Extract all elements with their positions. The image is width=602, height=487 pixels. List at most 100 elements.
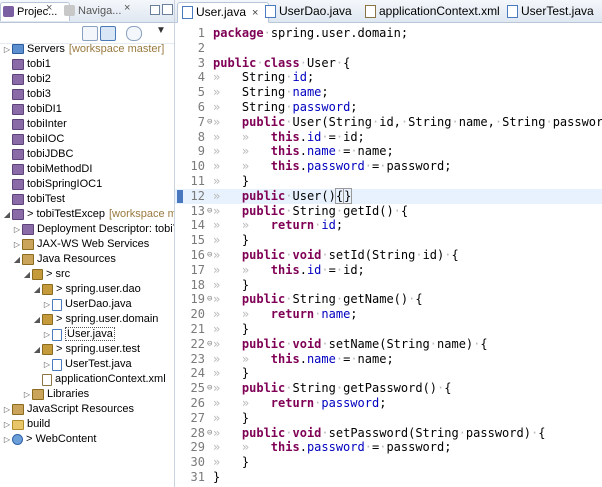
tree-item[interactable]: ▷ > WebContent <box>0 432 174 447</box>
tab-navigator[interactable]: Naviga... <box>62 2 121 20</box>
close-icon[interactable]: × <box>46 2 52 14</box>
tree-item[interactable]: ▷ JavaScript Resources <box>0 402 174 417</box>
chevron-down-icon[interactable]: ▼ <box>156 25 166 36</box>
code-line[interactable]: 21 » } <box>175 322 602 337</box>
tree-item-label: > spring.user.test <box>56 343 141 355</box>
tree-item[interactable]: ▷ JAX-WS Web Services <box>0 237 174 252</box>
tree-item[interactable]: ▷ UserDao.java <box>0 297 174 312</box>
tree-item[interactable]: tobi2 <box>0 72 174 87</box>
code-line[interactable]: 6 » String·password; <box>175 100 602 115</box>
code-line[interactable]: 12 » public·User(){} <box>175 187 602 204</box>
tree-collapsed-icon[interactable]: ▷ <box>2 402 12 417</box>
whitespace-marker: » <box>213 381 242 396</box>
tree-item[interactable]: ◢ > spring.user.dao <box>0 282 174 297</box>
code-line[interactable]: 31} <box>175 470 602 485</box>
code-line[interactable]: 20 » » return·name; <box>175 307 602 322</box>
tab-user-java[interactable]: User.java × <box>177 2 269 23</box>
code-line[interactable]: 22 ⊖» public·void·setName(String·name)·{ <box>175 337 602 352</box>
code-line[interactable]: 15 » } <box>175 233 602 248</box>
tree-expanded-icon[interactable]: ◢ <box>32 312 42 327</box>
code-line[interactable]: 13 ⊖» public·String·getId()·{ <box>175 204 602 219</box>
tree-collapsed-icon[interactable]: ▷ <box>2 432 12 447</box>
tree-item[interactable]: ▷ Libraries <box>0 387 174 402</box>
tree-expanded-icon[interactable]: ◢ <box>22 267 32 282</box>
collapse-all-icon[interactable] <box>82 26 98 41</box>
tree-collapsed-icon[interactable]: ▷ <box>42 357 52 372</box>
code-line[interactable]: 7 ⊖» public·User(String·id,·String·name,·… <box>175 115 602 130</box>
code-line[interactable]: 14 » » return·id; <box>175 218 602 233</box>
code-line[interactable]: 28 ⊖» public·void·setPassword(String·pass… <box>175 426 602 441</box>
tree-collapsed-icon[interactable]: ▷ <box>22 387 32 402</box>
tree-item[interactable]: tobiInter <box>0 117 174 132</box>
code-line[interactable]: 10» » this.password·=·password; <box>175 159 602 174</box>
space-marker: · <box>285 425 293 440</box>
code-line[interactable]: 18 » } <box>175 278 602 293</box>
code-line[interactable]: 29» » this.password·=·password; <box>175 440 602 455</box>
tab-userdao-java[interactable]: UserDao.java <box>261 2 352 21</box>
code-line[interactable]: 26 » » return·password; <box>175 396 602 411</box>
tree-item[interactable]: ◢ > src <box>0 267 174 282</box>
close-icon[interactable]: × <box>252 7 258 19</box>
tree-item[interactable]: ◢ > spring.user.test <box>0 342 174 357</box>
tree-item[interactable]: ◢ Java Resources <box>0 252 174 267</box>
tree-item[interactable]: tobiMethodDI <box>0 162 174 177</box>
tree-collapsed-icon[interactable]: ▷ <box>2 417 12 432</box>
code-line[interactable]: 11 » } <box>175 174 602 189</box>
tree-collapsed-icon[interactable]: ▷ <box>12 222 22 237</box>
code-line[interactable]: 16 ⊖» public·void·setId(String·id)·{ <box>175 248 602 263</box>
close-icon[interactable]: × <box>124 2 130 14</box>
code-line[interactable]: 8» » this.id·=·id; <box>175 130 602 145</box>
keyword-token: this <box>270 144 300 159</box>
code-line[interactable]: 23 » » this.name·=·name; <box>175 352 602 367</box>
space-marker: · <box>458 425 466 440</box>
code-line[interactable]: 17» » this.id·=·id; <box>175 263 602 278</box>
tab-project-explorer[interactable]: Projec... <box>0 2 70 21</box>
project-tree: ▷ Servers [workspace master] tobi1 tobi2 tobi… <box>0 42 174 447</box>
tree-item[interactable]: ▷ User.java <box>0 327 174 342</box>
code-area[interactable]: 1 package·spring.user.domain; 2 3 public·cla… <box>175 22 602 487</box>
tree-item[interactable]: tobi3 <box>0 87 174 102</box>
code-token: setPassword(String <box>328 425 459 440</box>
tree-item[interactable]: tobiIOC <box>0 132 174 147</box>
tree-expanded-icon[interactable]: ◢ <box>12 252 22 267</box>
code-line[interactable]: 27 » } <box>175 411 602 426</box>
tree-item[interactable]: ◢ > tobiTestExcep[workspace maste <box>0 207 174 222</box>
code-token: } <box>241 410 250 425</box>
tree-item[interactable]: ◢ > spring.user.domain <box>0 312 174 327</box>
code-line[interactable]: 3 public·class·User·{ <box>175 56 602 71</box>
tree-collapsed-icon[interactable]: ▷ <box>42 327 52 342</box>
code-line[interactable]: 30 » } <box>175 455 602 470</box>
view-menu-icon[interactable] <box>126 26 142 41</box>
minimize-icon[interactable] <box>150 5 160 15</box>
code-line[interactable]: 25 ⊖» public·String·getPassword()·{ <box>175 381 602 396</box>
maximize-icon[interactable] <box>162 4 173 15</box>
tree-expanded-icon[interactable]: ◢ <box>32 282 42 297</box>
field-token: name <box>306 144 336 159</box>
tree-item[interactable]: tobiJDBC <box>0 147 174 162</box>
tree-item[interactable]: tobiTest <box>0 192 174 207</box>
tab-applicationcontext-xml[interactable]: applicationContext.xml <box>361 2 500 21</box>
tree-item[interactable]: tobiDI1 <box>0 102 174 117</box>
tree-expanded-icon[interactable]: ◢ <box>2 207 12 222</box>
tree-collapsed-icon[interactable]: ▷ <box>42 297 52 312</box>
tree-collapsed-icon[interactable]: ▷ <box>12 237 22 252</box>
tab-usertest-java[interactable]: UserTest.java <box>503 2 594 21</box>
link-with-editor-icon[interactable] <box>100 26 116 41</box>
tree-item[interactable]: ▷ Deployment Descriptor: tobiTes <box>0 222 174 237</box>
tree-item[interactable]: ▷ Servers [workspace master] <box>0 42 174 57</box>
tree-item[interactable]: ▷ UserTest.java <box>0 357 174 372</box>
code-line[interactable]: 4 » String·id; <box>175 70 602 85</box>
tree-item[interactable]: applicationContext.xml <box>0 372 174 387</box>
tree-expanded-icon[interactable]: ◢ <box>32 342 42 357</box>
code-line[interactable]: 9 » » this.name·=·name; <box>175 144 602 159</box>
code-line[interactable]: 24 » } <box>175 366 602 381</box>
tree-collapsed-icon[interactable]: ▷ <box>2 42 12 57</box>
code-line[interactable]: 19 ⊖» public·String·getName()·{ <box>175 292 602 307</box>
tree-item[interactable]: ▷ build <box>0 417 174 432</box>
tree-item[interactable]: tobi1 <box>0 57 174 72</box>
code-line[interactable]: 2 <box>175 41 602 56</box>
code-line[interactable]: 1 package·spring.user.domain; <box>175 26 602 41</box>
tree-item-label: tobiSpringIOC1 <box>27 178 103 190</box>
tree-item[interactable]: tobiSpringIOC1 <box>0 177 174 192</box>
code-line[interactable]: 5 » String·name; <box>175 85 602 100</box>
